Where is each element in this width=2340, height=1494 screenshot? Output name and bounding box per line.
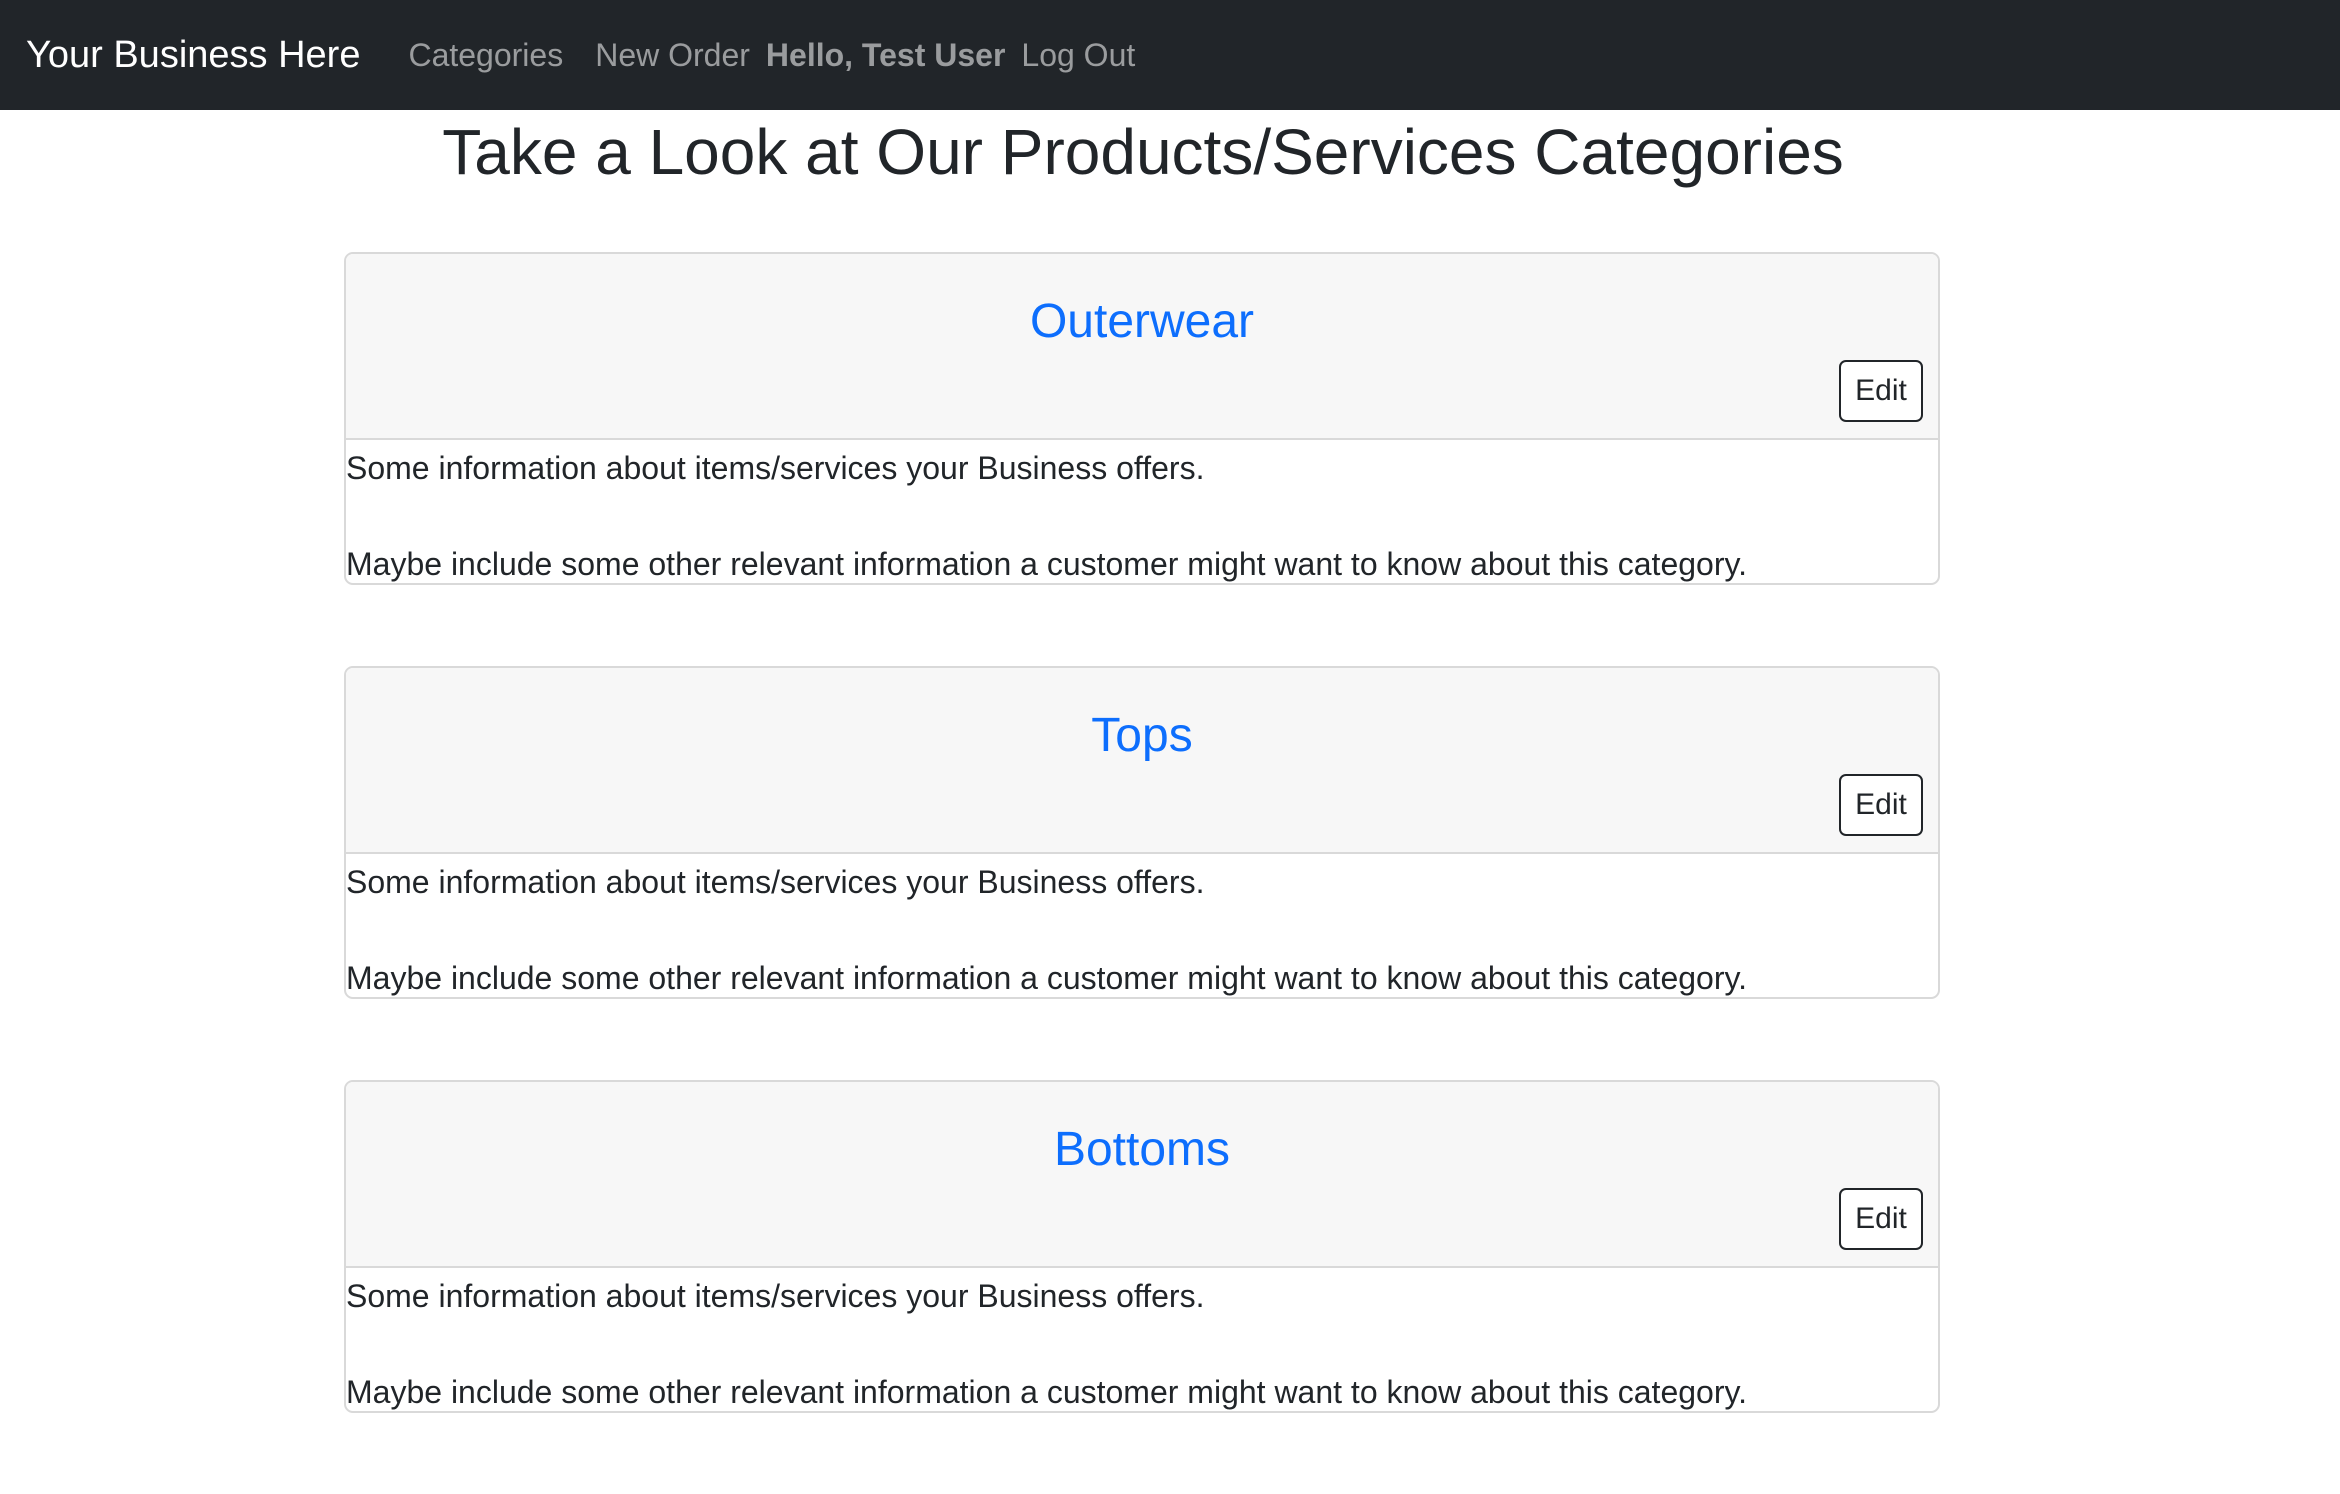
edit-button[interactable]: Edit (1839, 360, 1923, 422)
category-title-link[interactable]: Bottoms (346, 1118, 1938, 1182)
card-header: Tops Edit (346, 668, 1938, 854)
edit-button[interactable]: Edit (1839, 1188, 1923, 1250)
category-list: Outerwear Edit Some information about it… (344, 252, 1940, 1494)
edit-button[interactable]: Edit (1839, 774, 1923, 836)
card-header: Outerwear Edit (346, 254, 1938, 440)
user-greeting: Hello, Test User (765, 36, 1006, 73)
brand-link[interactable]: Your Business Here (26, 34, 360, 77)
card-header: Bottoms Edit (346, 1082, 1938, 1268)
category-extra-info: Maybe include some other relevant inform… (346, 546, 1747, 582)
category-card-outerwear: Outerwear Edit Some information about it… (344, 252, 1940, 585)
category-title-link[interactable]: Outerwear (346, 290, 1938, 354)
category-card-tops: Tops Edit Some information about items/s… (344, 666, 1940, 999)
category-extra-info: Maybe include some other relevant inform… (346, 960, 1747, 996)
card-body: Some information about items/services yo… (346, 1276, 1938, 1411)
card-body: Some information about items/services yo… (346, 448, 1938, 583)
top-navbar: Your Business Here Categories New Order … (0, 0, 2340, 110)
category-description: Some information about items/services yo… (346, 864, 1205, 900)
nav-link-categories[interactable]: Categories (408, 37, 563, 74)
category-description: Some information about items/services yo… (346, 1278, 1205, 1314)
page-title: Take a Look at Our Products/Services Cat… (442, 116, 1844, 188)
category-title-link[interactable]: Tops (346, 704, 1938, 768)
nav-link-new-order[interactable]: New Order (595, 37, 750, 74)
category-description: Some information about items/services yo… (346, 450, 1205, 486)
card-body: Some information about items/services yo… (346, 862, 1938, 997)
nav-link-log-out[interactable]: Log Out (1021, 37, 1135, 74)
category-extra-info: Maybe include some other relevant inform… (346, 1374, 1747, 1410)
category-card-bottoms: Bottoms Edit Some information about item… (344, 1080, 1940, 1413)
